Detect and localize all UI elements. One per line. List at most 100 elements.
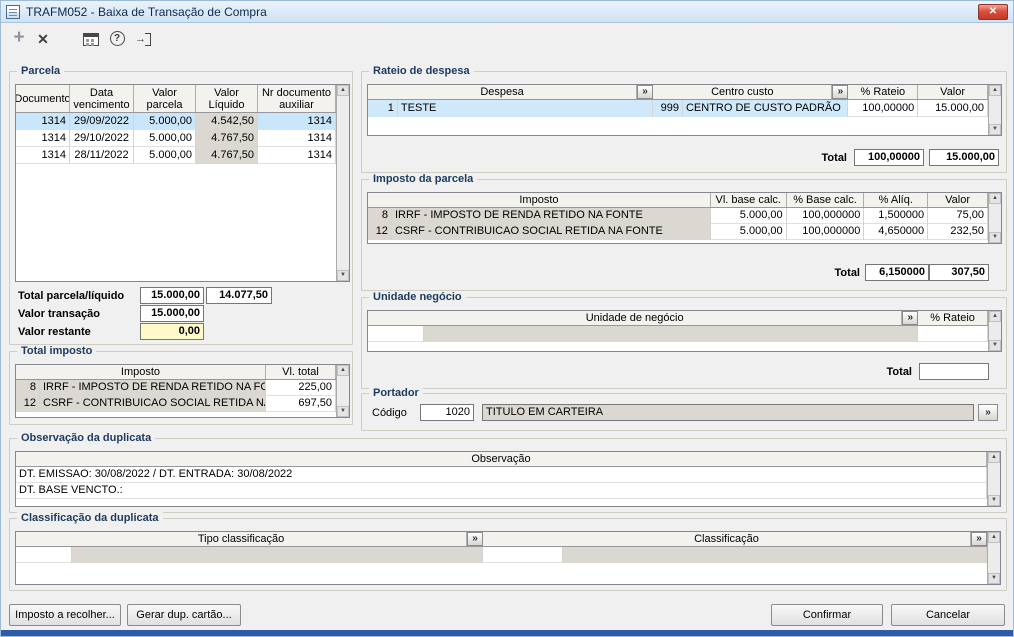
tipo-classificacao-lookup-button[interactable]: » xyxy=(467,532,483,546)
vertical-scrollbar[interactable]: ▲ ▼ xyxy=(336,365,349,417)
vertical-scrollbar[interactable]: ▲ ▼ xyxy=(336,85,349,281)
window-bottom-border xyxy=(1,630,1013,636)
total-imposto-header-row: Imposto Vl. total xyxy=(16,365,336,380)
total-imposto-row[interactable]: 12 CSRF - CONTRIBUICAO SOCIAL RETIDA NA … xyxy=(16,396,336,412)
cell-code: 12 xyxy=(16,396,40,412)
observacao-row[interactable]: DT. EMISSAO: 30/08/2022 / DT. ENTRADA: 3… xyxy=(16,467,987,483)
unidade-header-row: Unidade de negócio » % Rateio xyxy=(368,311,988,326)
cell-valor-parcela: 5.000,00 xyxy=(134,113,196,130)
valor-restante-field: 0,00 xyxy=(140,323,204,340)
total-imposto-row[interactable]: 8 IRRF - IMPOSTO DE RENDA RETIDO NA FONT… xyxy=(16,380,336,396)
cell-data: 28/11/2022 xyxy=(70,147,134,164)
unidade-rateio-input[interactable] xyxy=(918,326,988,342)
total-liquido-field: 14.077,50 xyxy=(206,287,272,304)
calendar-button[interactable] xyxy=(79,27,103,51)
scroll-down-icon[interactable]: ▼ xyxy=(337,406,349,417)
imposto-parcela-header-row: Imposto Vl. base calc. % Base calc. % Al… xyxy=(368,193,988,208)
unidade-grid: Unidade de negócio » % Rateio ▲ ▼ xyxy=(367,310,1002,352)
parcela-grid: Documento Data vencimento Valor parcela … xyxy=(15,84,350,282)
imposto-parcela-row[interactable]: 8 IRRF - IMPOSTO DE RENDA RETIDO NA FONT… xyxy=(368,208,988,224)
group-total-imposto: Total imposto Imposto Vl. total 8 IRRF -… xyxy=(9,351,353,425)
rateio-row[interactable]: 1 TESTE 999 CENTRO DE CUSTO PADRÃO 100,0… xyxy=(368,100,988,117)
col-rateio: % Rateio xyxy=(848,85,918,99)
portador-lookup-button[interactable]: » xyxy=(978,404,998,421)
delete-button[interactable]: ✕ xyxy=(31,27,55,51)
scroll-up-icon[interactable]: ▲ xyxy=(989,311,1001,322)
classificacao-lookup-button[interactable]: » xyxy=(971,532,987,546)
exit-button[interactable]: → xyxy=(131,27,155,51)
help-button[interactable]: ? xyxy=(105,27,129,51)
cell-nr-doc: 1314 xyxy=(258,147,336,164)
col-vl-base-calc: Vl. base calc. xyxy=(711,193,787,207)
cell-valor-parcela: 5.000,00 xyxy=(134,130,196,147)
cell-base: 5.000,00 xyxy=(711,224,787,240)
unidade-desc-cell xyxy=(424,326,918,342)
title-bar: TRAFM052 - Baixa de Transação de Compra … xyxy=(1,1,1013,23)
unidade-row[interactable] xyxy=(368,326,988,342)
col-data-vencimento: Data vencimento xyxy=(70,85,134,112)
cell-valor-liquido: 4.767,50 xyxy=(196,147,258,164)
cell-valor: 15.000,00 xyxy=(918,100,988,117)
col-valor-liquido: Valor Líquido xyxy=(196,85,258,112)
cancelar-button[interactable]: Cancelar xyxy=(891,604,1005,626)
col-unidade-negocio: Unidade de negócio xyxy=(368,311,902,325)
scroll-up-icon[interactable]: ▲ xyxy=(988,452,1000,463)
total-imposto-grid: Imposto Vl. total 8 IRRF - IMPOSTO DE RE… xyxy=(15,364,350,418)
col-observacao: Observação xyxy=(16,452,987,466)
classificacao-header-row: Tipo classificação » Classificação » xyxy=(16,532,987,547)
rateio-grid: Despesa » Centro custo » % Rateio Valor … xyxy=(367,84,1002,136)
tipo-classificacao-code-input[interactable] xyxy=(16,547,72,563)
help-icon: ? xyxy=(110,31,125,46)
despesa-lookup-button[interactable]: » xyxy=(637,85,653,99)
scroll-down-icon[interactable]: ▼ xyxy=(988,573,1000,584)
observacao-row[interactable]: DT. BASE VENCTO.: xyxy=(16,483,987,499)
scroll-up-icon[interactable]: ▲ xyxy=(988,532,1000,543)
classificacao-row[interactable] xyxy=(16,547,987,563)
scroll-down-icon[interactable]: ▼ xyxy=(337,270,349,281)
confirmar-button[interactable]: Confirmar xyxy=(771,604,883,626)
col-vl-total: Vl. total xyxy=(266,365,336,379)
observacao-grid: Observação DT. EMISSAO: 30/08/2022 / DT.… xyxy=(15,451,1001,507)
parcela-row[interactable]: 1314 29/09/2022 5.000,00 4.542,50 1314 xyxy=(16,113,336,130)
vertical-scrollbar[interactable]: ▲ ▼ xyxy=(988,311,1001,351)
scroll-up-icon[interactable]: ▲ xyxy=(989,193,1001,204)
unidade-lookup-button[interactable]: » xyxy=(902,311,918,325)
cell-code: 8 xyxy=(16,380,40,396)
gerar-dup-cartao-button[interactable]: Gerar dup. cartão... xyxy=(127,604,241,626)
scroll-up-icon[interactable]: ▲ xyxy=(989,85,1001,96)
scroll-down-icon[interactable]: ▼ xyxy=(989,232,1001,243)
parcela-row[interactable]: 1314 29/10/2022 5.000,00 4.767,50 1314 xyxy=(16,130,336,147)
valor-transacao-field: 15.000,00 xyxy=(140,305,204,322)
classificacao-grid: Tipo classificação » Classificação » ▲ ▼ xyxy=(15,531,1001,585)
cell-data: 29/10/2022 xyxy=(70,130,134,147)
parcela-row[interactable]: 1314 28/11/2022 5.000,00 4.767,50 1314 xyxy=(16,147,336,164)
group-portador-title: Portador xyxy=(369,387,423,399)
cell-valor-liquido: 4.767,50 xyxy=(196,130,258,147)
portador-codigo-input[interactable]: 1020 xyxy=(420,404,474,421)
cell-observacao: DT. BASE VENCTO.: xyxy=(16,483,987,499)
imposto-parcela-row[interactable]: 12 CSRF - CONTRIBUICAO SOCIAL RETIDA NA … xyxy=(368,224,988,240)
group-classificacao-title: Classificação da duplicata xyxy=(17,512,163,524)
vertical-scrollbar[interactable]: ▲ ▼ xyxy=(987,532,1000,584)
vertical-scrollbar[interactable]: ▲ ▼ xyxy=(988,85,1001,135)
col-imposto: Imposto xyxy=(368,193,711,207)
unidade-code-input[interactable] xyxy=(368,326,424,342)
cell-code: 8 xyxy=(368,208,392,224)
imposto-parcela-grid: Imposto Vl. base calc. % Base calc. % Al… xyxy=(367,192,1002,244)
imposto-recolher-button[interactable]: Imposto a recolher... xyxy=(9,604,121,626)
scroll-down-icon[interactable]: ▼ xyxy=(989,124,1001,135)
cell-documento: 1314 xyxy=(16,147,70,164)
centro-custo-lookup-button[interactable]: » xyxy=(832,85,848,99)
tipo-classificacao-desc-cell xyxy=(72,547,483,563)
scroll-up-icon[interactable]: ▲ xyxy=(337,85,349,96)
close-button[interactable]: ✕ xyxy=(978,4,1008,20)
cell-valor-liquido: 4.542,50 xyxy=(196,113,258,130)
add-button[interactable]: + xyxy=(7,27,31,51)
cell-rateio: 100,00000 xyxy=(848,100,918,117)
vertical-scrollbar[interactable]: ▲ ▼ xyxy=(988,193,1001,243)
scroll-down-icon[interactable]: ▼ xyxy=(988,495,1000,506)
scroll-up-icon[interactable]: ▲ xyxy=(337,365,349,376)
scroll-down-icon[interactable]: ▼ xyxy=(989,340,1001,351)
classificacao-code-input[interactable] xyxy=(483,547,563,563)
vertical-scrollbar[interactable]: ▲ ▼ xyxy=(987,452,1000,506)
